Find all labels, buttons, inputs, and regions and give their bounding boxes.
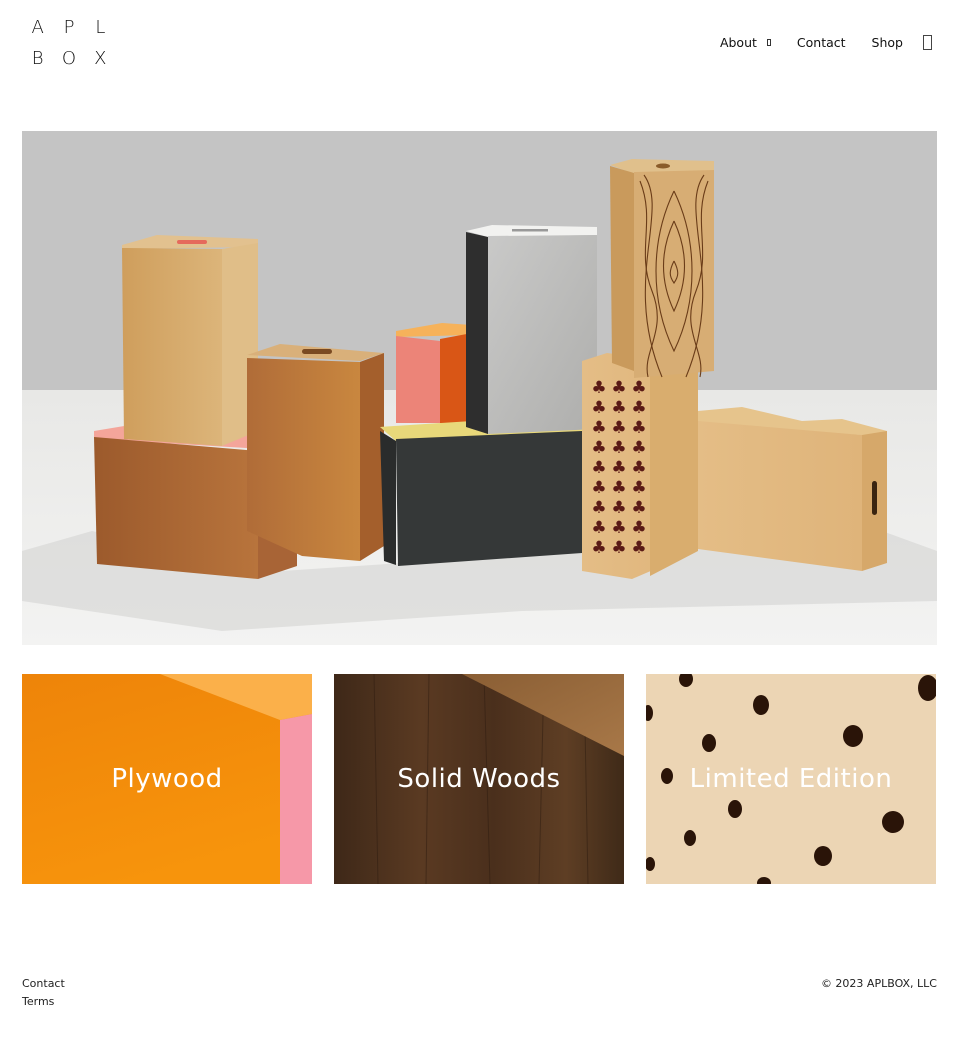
box-cherry-front	[94, 437, 258, 579]
nav-about[interactable]: About	[720, 35, 771, 50]
cross-glyph: ♣	[591, 438, 606, 458]
hero-illustration: ♣ ♣ ♣♣ ♣ ♣♣ ♣ ♣♣ ♣ ♣♣ ♣ ♣♣ ♣ ♣♣ ♣ ♣♣ ♣ ♣♣ ♣ ♣	[22, 131, 937, 645]
box-slot	[512, 229, 548, 232]
box-slot	[302, 349, 332, 354]
box-slot	[177, 240, 207, 244]
category-solid-woods-label: Solid Woods	[397, 764, 561, 794]
cross-glyph: ♣	[611, 498, 626, 518]
copyright: © 2023 APLBOX, LLC	[820, 977, 937, 990]
category-solid-woods[interactable]: Solid Woods	[334, 674, 624, 884]
nav-shop-label: Shop	[871, 34, 903, 50]
logo-letter: O	[61, 48, 77, 69]
cross-glyph: ♣	[631, 398, 646, 418]
box-maple-front	[122, 248, 222, 446]
logo-letter: A	[31, 17, 44, 38]
footer-contact-link[interactable]: Contact	[22, 975, 65, 993]
logo-letter: L	[95, 17, 106, 38]
nav-shop[interactable]: Shop	[872, 35, 903, 50]
cross-glyph: ♣	[591, 458, 606, 478]
main-nav: About Contact Shop	[720, 30, 932, 54]
box-cherry2-side	[360, 353, 384, 561]
category-plywood-label: Plywood	[111, 764, 223, 794]
cross-pattern: ♣ ♣ ♣♣ ♣ ♣♣ ♣ ♣♣ ♣ ♣♣ ♣ ♣♣ ♣ ♣♣ ♣ ♣♣ ♣ ♣♣ ♣ ♣	[591, 378, 646, 558]
cross-glyph: ♣	[591, 378, 606, 398]
chevron-down-icon	[766, 38, 771, 46]
cross-glyph: ♣	[591, 538, 606, 558]
logo-letter: B	[31, 48, 44, 69]
cross-glyph: ♣	[631, 498, 646, 518]
box-pink-front	[396, 336, 440, 423]
box-handle	[872, 481, 877, 515]
cross-glyph: ♣	[631, 438, 646, 458]
box-grey-side	[466, 232, 488, 434]
cross-glyph: ♣	[611, 418, 626, 438]
cross-glyph: ♣	[631, 418, 646, 438]
cross-glyph: ♣	[631, 478, 646, 498]
logo-letter: P	[63, 17, 75, 38]
box-engraved-side	[610, 166, 634, 371]
footer-terms-link[interactable]: Terms	[22, 993, 65, 1011]
cross-glyph: ♣	[611, 378, 626, 398]
cross-glyph: ♣	[591, 418, 606, 438]
cross-glyph: ♣	[611, 478, 626, 498]
box-pattern-side	[650, 371, 698, 576]
nav-contact-label: Contact	[796, 34, 846, 50]
cross-glyph: ♣	[611, 538, 626, 558]
cross-glyph: ♣	[611, 398, 626, 418]
cross-glyph: ♣	[591, 498, 606, 518]
cross-glyph: ♣	[631, 538, 646, 558]
cross-glyph: ♣	[591, 398, 606, 418]
box-hole	[656, 163, 670, 169]
category-plywood[interactable]: Plywood	[22, 674, 312, 884]
category-limited-edition-label: Limited Edition	[689, 764, 893, 794]
cross-glyph: ♣	[611, 458, 626, 478]
box-cherry2-front	[247, 358, 360, 561]
cross-glyph: ♣	[611, 518, 626, 538]
box-dark-front	[396, 431, 582, 566]
cross-glyph: ♣	[631, 518, 646, 538]
cross-glyph: ♣	[611, 438, 626, 458]
footer-links: Contact Terms	[22, 975, 65, 1011]
category-limited-edition[interactable]: Limited Edition	[646, 674, 936, 884]
nav-about-label: About	[719, 34, 757, 50]
logo-letter: X	[94, 48, 107, 69]
box-grey-front	[488, 235, 597, 434]
cross-glyph: ♣	[631, 378, 646, 398]
cross-glyph: ♣	[631, 458, 646, 478]
nav-contact[interactable]: Contact	[797, 35, 846, 50]
cross-glyph: ♣	[591, 478, 606, 498]
cart-icon[interactable]	[923, 34, 932, 50]
box-wavy-front	[698, 421, 862, 571]
hero-image[interactable]: ♣ ♣ ♣ ♣ ♣ ♣ ♣ ♣ ♣ ♣ ♣ ♣ ♣ ♣ ♣ ♣ ♣ ♣ ♣ ♣ ♣ ♣ ♣ ♣ ♣ ♣ ♣	[22, 131, 937, 645]
site-logo[interactable]: A P L B O X	[22, 12, 116, 74]
cross-glyph: ♣	[591, 518, 606, 538]
